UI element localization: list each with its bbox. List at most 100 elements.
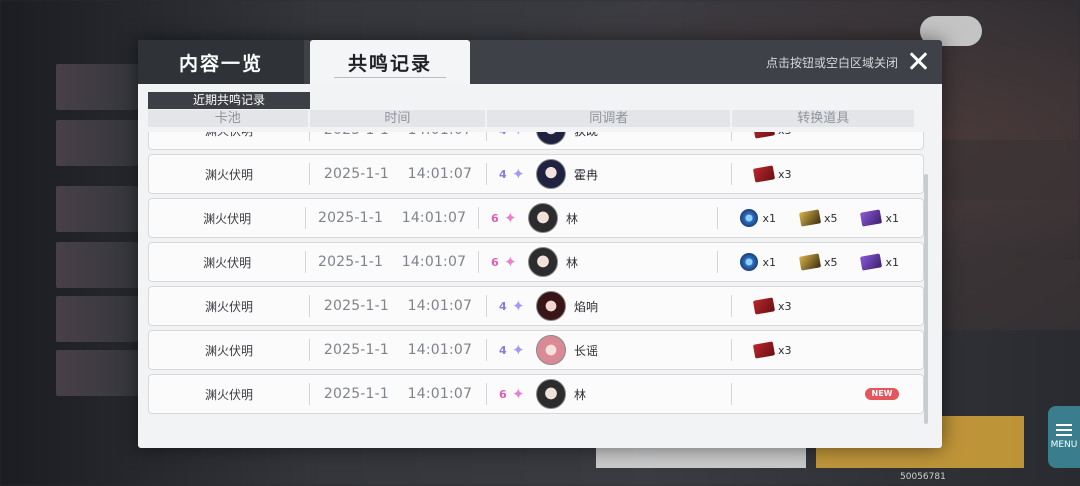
record-time: 2025-1-1 14:01:07 — [323, 166, 473, 182]
items-cell: x3 — [732, 287, 923, 325]
close-hint: 点击按钮或空白区域关闭 — [765, 56, 898, 70]
tab-content-overview[interactable]: 内容一览 — [138, 40, 304, 84]
character-name: 林 — [565, 255, 578, 270]
character-name: 焰响 — [574, 299, 599, 314]
red-item-icon — [752, 165, 776, 183]
record-time: 2025-1-1 14:01:07 — [317, 210, 467, 226]
record-list[interactable]: 渊火伏明 2025-1-1 14:01:07 4 ✦ 荻既 x3 渊火伏明 20… — [148, 132, 924, 430]
converted-item: x5 — [798, 253, 838, 271]
item-quantity: x1 — [762, 255, 776, 269]
column-header-pool: 卡池 — [148, 110, 308, 127]
item-quantity: x5 — [823, 211, 838, 225]
pool-name: 渊火伏明 — [204, 343, 253, 358]
character-cell: 4 ✦ 荻既 — [487, 132, 731, 145]
record-time: 2025-1-1 14:01:07 — [323, 342, 473, 358]
item-quantity: x5 — [823, 255, 838, 269]
character-name: 荻既 — [574, 132, 598, 139]
converted-item: x3 — [752, 132, 792, 139]
item-quantity: x1 — [885, 211, 899, 225]
background-panel — [942, 140, 1080, 200]
blue-item-icon — [740, 209, 759, 227]
hamburger-icon — [1056, 424, 1072, 436]
character-avatar — [536, 159, 566, 189]
items-cell: x1 x5 x1 — [718, 243, 923, 281]
column-headers: 卡池 时间 同调者 转换道具 — [148, 110, 916, 127]
character-cell: 6 ✦ 林 — [479, 203, 718, 233]
converted-item: x1 — [860, 253, 899, 271]
column-header-character: 同调者 — [487, 110, 731, 127]
rarity-value: 6 — [490, 255, 499, 269]
converted-item: x3 — [752, 341, 792, 359]
purple-item-icon — [860, 209, 883, 227]
character-avatar — [527, 203, 558, 233]
background-banner-tile — [56, 64, 138, 110]
column-header-time: 时间 — [309, 110, 486, 127]
converted-item: x1 — [740, 253, 776, 271]
character-name: 林 — [574, 387, 587, 402]
pool-name: 渊火伏明 — [204, 387, 253, 402]
background-panel — [942, 260, 1080, 330]
character-avatar — [536, 291, 566, 321]
record-row: 渊火伏明 2025-1-1 14:01:07 4 ✦ 焰响 x3 — [148, 286, 924, 326]
character-avatar — [536, 132, 566, 145]
converted-item: x1 — [860, 209, 899, 227]
character-cell: 6 ✦ 林 — [479, 247, 718, 277]
star-icon: ✦ — [512, 385, 525, 403]
rarity-value: 4 — [499, 132, 511, 137]
character-cell: 4 ✦ 长谣 — [487, 335, 731, 365]
converted-item: x5 — [798, 209, 838, 227]
item-quantity: x3 — [778, 299, 792, 313]
character-cell: 4 ✦ 焰响 — [487, 291, 731, 321]
pool-name: 渊火伏明 — [204, 299, 253, 314]
record-row: 渊火伏明 2025-1-1 14:01:07 4 ✦ 长谣 x3 — [148, 330, 924, 370]
character-name: 霍冉 — [574, 167, 599, 182]
pool-name: 渊火伏明 — [203, 255, 252, 270]
item-quantity: x3 — [778, 343, 792, 357]
star-icon: ✦ — [512, 297, 525, 315]
purple-item-icon — [860, 253, 883, 271]
items-cell: x3 — [732, 331, 923, 369]
record-row: 渊火伏明 2025-1-1 14:01:07 6 ✦ 林 x1 x5 x1 — [148, 198, 924, 238]
items-cell: NEW — [732, 375, 923, 413]
character-cell: 6 ✦ 林 — [487, 379, 731, 409]
character-avatar — [536, 335, 566, 365]
background-banner-tile — [56, 186, 138, 232]
record-time: 2025-1-1 14:01:07 — [310, 132, 486, 138]
record-row: 渊火伏明 2025-1-1 14:01:07 6 ✦ 林 NEW — [148, 374, 924, 414]
background-banner-tile — [56, 120, 138, 166]
item-quantity: x1 — [885, 255, 899, 269]
star-icon: ✦ — [512, 132, 530, 139]
item-quantity: x3 — [778, 167, 792, 181]
converted-item: x1 — [740, 209, 776, 227]
item-quantity: x3 — [778, 132, 792, 137]
rarity-value: 6 — [490, 211, 499, 225]
items-cell: x3 — [732, 155, 923, 193]
red-item-icon — [752, 341, 776, 359]
character-name: 林 — [565, 211, 578, 226]
star-icon: ✦ — [503, 253, 517, 271]
blue-item-icon — [740, 253, 759, 271]
modal-header: 内容一览 共鸣记录 点击按钮或空白区域关闭 — [138, 40, 942, 84]
item-quantity: x1 — [762, 211, 776, 225]
rarity-value: 4 — [499, 299, 507, 313]
red-item-icon — [752, 132, 776, 139]
tab-resonance-records[interactable]: 共鸣记录 — [310, 40, 470, 84]
player-uid: 50056781 — [900, 472, 946, 482]
star-icon: ✦ — [512, 165, 525, 183]
record-row: 渊火伏明 2025-1-1 14:01:07 6 ✦ 林 x1 x5 x1 — [148, 242, 924, 282]
background-banner-tile — [56, 242, 138, 288]
character-name: 长谣 — [574, 343, 599, 358]
record-time: 2025-1-1 14:01:07 — [317, 254, 467, 270]
rarity-value: 4 — [499, 167, 507, 181]
menu-label: MENU — [1050, 440, 1078, 450]
close-icon[interactable] — [906, 49, 930, 73]
character-cell: 4 ✦ 霍冉 — [487, 159, 731, 189]
items-cell: x3 — [732, 132, 923, 149]
background-banner-tile — [56, 350, 138, 396]
menu-button[interactable]: MENU — [1048, 406, 1080, 468]
resonance-record-modal: 内容一览 共鸣记录 点击按钮或空白区域关闭 近期共鸣记录 卡池 时间 同调者 转… — [138, 40, 942, 448]
record-row: 渊火伏明 2025-1-1 14:01:07 4 ✦ 霍冉 x3 — [148, 154, 924, 194]
gold-item-icon — [798, 253, 822, 271]
scrollbar[interactable] — [924, 174, 928, 424]
column-header-items: 转换道具 — [732, 110, 914, 127]
